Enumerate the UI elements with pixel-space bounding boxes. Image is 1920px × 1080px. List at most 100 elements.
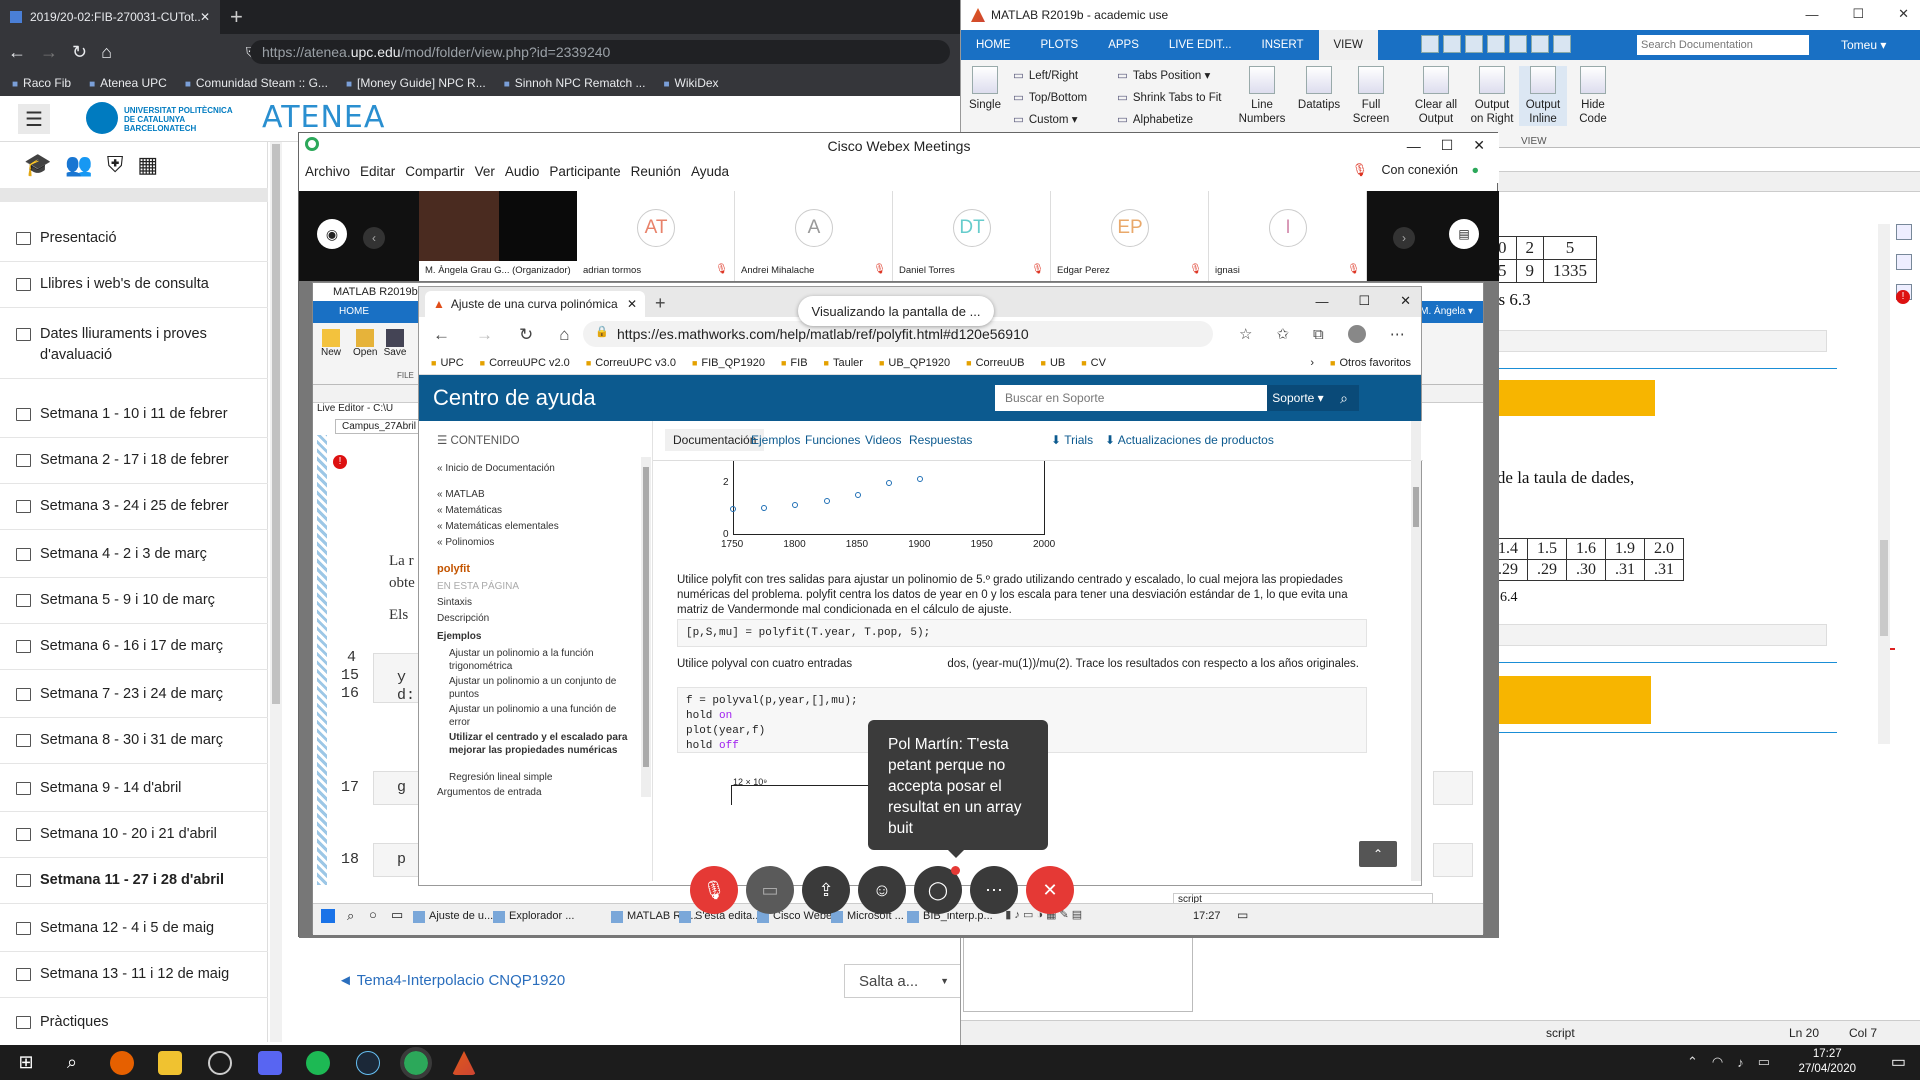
bookmark-item[interactable]: Atenea UPC	[89, 76, 167, 90]
profile-avatar[interactable]	[1347, 325, 1366, 343]
forward-icon[interactable]: →	[40, 42, 58, 63]
sidebar-item[interactable]: Llibres i web's de consulta	[0, 262, 268, 308]
webex-taskbar-icon[interactable]	[208, 1051, 232, 1075]
menu-audio[interactable]: Audio	[505, 164, 540, 179]
participant-tile[interactable]: AT adrian tormos 🎙	[577, 191, 735, 281]
toc-link[interactable]: « MATLAB	[437, 489, 485, 500]
sidebar-item[interactable]: Pràctiques	[0, 1000, 268, 1046]
more-icon[interactable]: ⋯	[1390, 325, 1405, 343]
chat-button[interactable]: ◯	[914, 866, 962, 914]
more-options-button[interactable]: ⋯	[970, 866, 1018, 914]
paste-icon[interactable]	[1487, 35, 1505, 53]
undo-icon[interactable]	[1509, 35, 1527, 53]
favorite-item[interactable]: CorreuUPC v2.0	[480, 357, 570, 369]
open-button[interactable]: Open	[353, 329, 377, 358]
support-search-input[interactable]: Buscar en Soporte	[995, 385, 1267, 411]
toc-link[interactable]: « Matemáticas elementales	[437, 521, 559, 532]
jump-to-select[interactable]: Salta a... ▼	[844, 964, 964, 998]
favorite-item[interactable]: UB	[1041, 357, 1065, 369]
calendar-icon[interactable]: ▤	[1449, 219, 1479, 249]
share-button[interactable]: ⇪	[802, 866, 850, 914]
menu-editar[interactable]: Editar	[360, 164, 395, 179]
sidebar-item[interactable]: Setmana 10 - 20 i 21 d'abril	[0, 812, 268, 858]
output-inline-button[interactable]: Output Inline	[1519, 66, 1567, 126]
atenea-logo[interactable]: ATENEA	[262, 100, 385, 135]
toc-link[interactable]: « Polinomios	[437, 537, 494, 548]
task-view-icon[interactable]: ▭	[391, 907, 403, 923]
shield-icon[interactable]: ⛨	[107, 152, 124, 178]
error-icon[interactable]: !	[1896, 290, 1910, 304]
editor-scrollbar[interactable]	[1878, 224, 1890, 744]
favorite-item[interactable]: UB_QP1920	[879, 357, 950, 369]
minimize-icon[interactable]: —	[1315, 294, 1328, 309]
toc-section[interactable]: Argumentos de entrada	[437, 787, 542, 798]
toc-link[interactable]: « Matemáticas	[437, 505, 502, 516]
maximize-icon[interactable]: ☐	[1852, 6, 1864, 22]
toc-section[interactable]: Ejemplos	[437, 631, 481, 642]
graduation-cap-icon[interactable]: 🎓	[24, 152, 51, 178]
save-icon[interactable]	[1421, 35, 1439, 53]
forward-icon[interactable]: →	[476, 325, 493, 345]
mute-button[interactable]: 🎙	[690, 866, 738, 914]
chevron-right-icon[interactable]: ›	[1310, 357, 1314, 369]
volume-icon[interactable]: ♪	[1737, 1055, 1744, 1070]
toc-example[interactable]: Ajustar un polinomio a un conjunto de pu…	[449, 675, 639, 701]
hide-code-button[interactable]: Hide Code	[1571, 66, 1615, 126]
sidebar-item[interactable]: Setmana 12 - 4 i 5 de maig	[0, 906, 268, 952]
tab-live-editor[interactable]: LIVE EDIT...	[1154, 30, 1247, 60]
output-on-right-button[interactable]: Output on Right	[1465, 66, 1519, 126]
favorite-item[interactable]: CorreuUPC v3.0	[586, 357, 676, 369]
product-updates-link[interactable]: ⬇ Actualizaciones de productos	[1105, 433, 1274, 447]
help-icon[interactable]	[1553, 35, 1571, 53]
toc-link[interactable]: « Inicio de Documentación	[437, 463, 555, 474]
new-tab-button[interactable]: +	[655, 293, 666, 314]
bookmark-item[interactable]: [Money Guide] NPC R...	[346, 76, 486, 90]
tab-plots[interactable]: PLOTS	[1026, 30, 1094, 60]
favorite-item[interactable]: CV	[1081, 357, 1106, 369]
scroll-right-icon[interactable]: ›	[1393, 227, 1415, 249]
sidebar-item[interactable]: Setmana 9 - 14 d'abril	[0, 766, 268, 812]
cut-icon[interactable]	[1443, 35, 1461, 53]
sidebar-item[interactable]: Setmana 2 - 17 i 18 de febrer	[0, 438, 268, 484]
tab-apps[interactable]: APPS	[1093, 30, 1154, 60]
video-button[interactable]: ▭	[746, 866, 794, 914]
full-screen-button[interactable]: Full Screen	[1351, 66, 1391, 126]
tab-insert[interactable]: INSERT	[1247, 30, 1319, 60]
documentation-search-input[interactable]: Search Documentation	[1637, 35, 1809, 55]
notification-icon[interactable]: ▭	[1237, 908, 1248, 922]
menu-ayuda[interactable]: Ayuda	[691, 164, 729, 179]
save-button[interactable]: Save	[383, 329, 407, 358]
favorites-icon[interactable]: ✩	[1276, 325, 1289, 343]
favorite-item[interactable]: FIB	[781, 357, 807, 369]
redo-icon[interactable]	[1531, 35, 1549, 53]
maximize-icon[interactable]: ☐	[1441, 137, 1454, 154]
sidebar-item[interactable]: Setmana 6 - 16 i 17 de març	[0, 624, 268, 670]
close-icon[interactable]: ✕	[1400, 293, 1411, 309]
browser-address-bar[interactable]: https://atenea. upc.edu/mod/folder/view.p…	[250, 40, 950, 64]
toc-example[interactable]: Ajustar un polinomio a una función de er…	[449, 703, 639, 729]
toc-example[interactable]: Regresión lineal simple	[449, 771, 639, 784]
screen-share-banner[interactable]: Visualizando la pantalla de ...	[798, 296, 994, 326]
toc-example[interactable]: Ajustar un polinomio a la función trigon…	[449, 647, 639, 673]
scroll-left-icon[interactable]: ‹	[363, 227, 385, 249]
code-line[interactable]: [p,S,mu] = polyfit(T.year, T.pop, 5);	[686, 627, 930, 639]
top-bottom-button[interactable]: Top/Bottom	[1013, 90, 1087, 104]
sidebar-item[interactable]: Dates lliuraments i proves d'avaluació	[0, 312, 268, 379]
tab-home[interactable]: HOME	[339, 306, 369, 317]
user-menu[interactable]: M. Àngela ▾	[1420, 301, 1473, 323]
new-button[interactable]: New	[319, 329, 343, 358]
sidebar-item[interactable]: Setmana 8 - 30 i 31 de març	[0, 718, 268, 764]
new-tab-button[interactable]: +	[230, 4, 243, 30]
tab-ejemplos[interactable]: Ejemplos	[751, 433, 800, 447]
close-icon[interactable]: ✕	[1473, 137, 1485, 154]
editor-scroll-thumb[interactable]	[1880, 540, 1888, 636]
minimize-icon[interactable]: —	[1407, 138, 1421, 154]
home-icon[interactable]: ⌂	[559, 325, 569, 345]
toc-header[interactable]: ☰ CONTENIDO	[437, 433, 520, 447]
network-icon[interactable]: ◠	[1712, 1054, 1723, 1070]
bookmark-item[interactable]: Raco Fib	[12, 76, 71, 90]
webex-meetings-icon[interactable]	[400, 1047, 432, 1079]
spotify-icon[interactable]	[306, 1051, 330, 1075]
firefox-icon[interactable]	[110, 1051, 134, 1075]
user-menu[interactable]: Tomeu ▾	[1841, 38, 1886, 52]
